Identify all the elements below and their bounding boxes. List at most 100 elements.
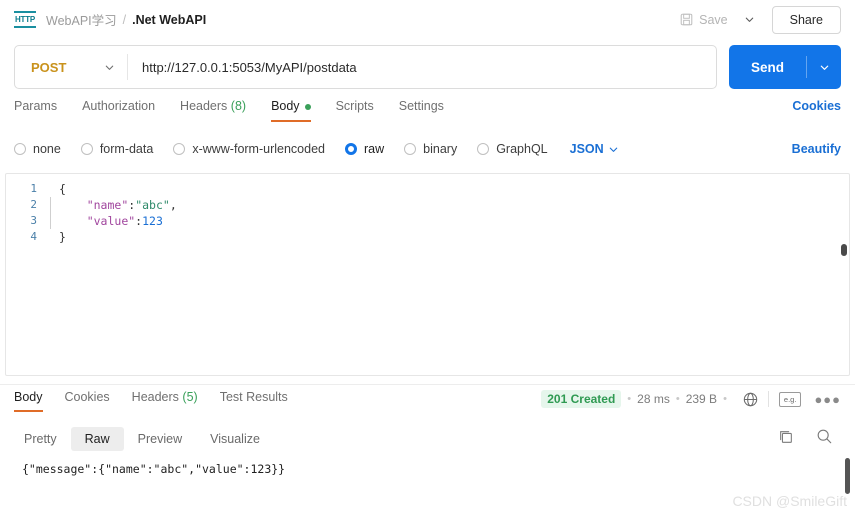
save-button[interactable]: Save — [671, 8, 737, 32]
breadcrumb-current[interactable]: .Net WebAPI — [132, 13, 206, 27]
radio-icon — [173, 143, 185, 155]
format-tab-preview[interactable]: Preview — [124, 427, 196, 451]
code-lines: 1 { 2 "name":"abc", 3 "value":123 4 } — [6, 181, 849, 375]
response-size: 239 B — [686, 392, 717, 406]
search-icon[interactable] — [816, 428, 833, 450]
send-group: Send — [729, 45, 841, 89]
share-button[interactable]: Share — [772, 6, 841, 34]
format-tab-pretty[interactable]: Pretty — [10, 427, 71, 451]
format-tab-raw[interactable]: Raw — [71, 427, 124, 451]
floppy-disk-icon — [680, 13, 693, 26]
breadcrumb-folder[interactable]: WebAPI学习 — [46, 10, 117, 29]
tab-body[interactable]: Body — [271, 99, 311, 122]
format-tab-visualize[interactable]: Visualize — [196, 427, 274, 451]
postman-window: HTTP WebAPI学习 / .Net WebAPI Save Share — [0, 0, 855, 517]
line-number: 2 — [6, 197, 50, 213]
meta-separator: • — [627, 393, 631, 405]
tab-authorization[interactable]: Authorization — [82, 99, 155, 122]
tab-params[interactable]: Params — [14, 99, 57, 122]
tab-settings[interactable]: Settings — [399, 99, 444, 122]
tab-count: (8) — [231, 99, 246, 113]
response-scrollbar-thumb[interactable] — [845, 458, 850, 494]
url-input[interactable] — [128, 46, 716, 88]
top-bar: HTTP WebAPI学习 / .Net WebAPI Save Share — [0, 0, 855, 39]
response-format-row: Pretty Raw Preview Visualize — [0, 424, 855, 454]
send-button[interactable]: Send — [729, 45, 806, 89]
beautify-link[interactable]: Beautify — [792, 142, 841, 156]
tab-count: (5) — [182, 390, 197, 404]
meta-separator: • — [723, 393, 727, 405]
line-number: 1 — [6, 181, 50, 197]
request-body-editor[interactable]: 1 { 2 "name":"abc", 3 "value":123 4 } — [5, 173, 850, 376]
http-icon: HTTP — [14, 11, 36, 28]
method-caret — [104, 62, 115, 73]
method-selector[interactable]: POST — [15, 60, 127, 75]
send-dropdown-button[interactable] — [807, 45, 841, 89]
save-label: Save — [699, 13, 728, 27]
radio-label: none — [33, 142, 61, 156]
code-line: 4 } — [6, 229, 849, 245]
line-number: 4 — [6, 229, 50, 245]
tab-label: Settings — [399, 99, 444, 113]
tab-label: Cookies — [65, 390, 110, 404]
response-time: 28 ms — [637, 392, 670, 406]
radio-icon — [14, 143, 26, 155]
url-row: POST Send — [14, 45, 841, 89]
tab-label: Headers — [180, 99, 227, 113]
tab-label: Authorization — [82, 99, 155, 113]
editor-scrollbar-thumb[interactable] — [841, 244, 847, 256]
radio-label: raw — [364, 142, 384, 156]
radio-label: x-www-form-urlencoded — [192, 142, 325, 156]
body-type-none[interactable]: none — [14, 142, 61, 156]
radio-label: GraphQL — [496, 142, 547, 156]
body-type-urlencoded[interactable]: x-www-form-urlencoded — [173, 142, 325, 156]
body-type-form-data[interactable]: form-data — [81, 142, 154, 156]
chevron-down-icon — [744, 14, 755, 25]
tab-scripts[interactable]: Scripts — [336, 99, 374, 122]
method-label: POST — [31, 60, 66, 75]
watermark: CSDN @SmileGift — [732, 493, 847, 509]
radio-icon — [404, 143, 416, 155]
response-actions — [778, 428, 845, 450]
cookies-link[interactable]: Cookies — [792, 99, 841, 113]
chevron-down-icon — [819, 62, 830, 73]
code-text: "name":"abc", — [51, 197, 177, 213]
radio-label: binary — [423, 142, 457, 156]
response-tab-test-results[interactable]: Test Results — [220, 385, 288, 412]
radio-icon — [477, 143, 489, 155]
copy-icon[interactable] — [778, 429, 794, 450]
response-tab-headers[interactable]: Headers (5) — [132, 385, 198, 412]
body-type-graphql[interactable]: GraphQL — [477, 142, 547, 156]
tab-label: Params — [14, 99, 57, 113]
radio-label: form-data — [100, 142, 154, 156]
meta-separator: • — [676, 393, 680, 405]
tab-label: Body — [14, 390, 43, 404]
code-line: 3 "value":123 — [6, 213, 849, 229]
body-type-binary[interactable]: binary — [404, 142, 457, 156]
request-tabs: Params Authorization Headers (8) Body Sc… — [14, 99, 841, 128]
save-dropdown-button[interactable] — [737, 7, 763, 33]
response-meta: 201 Created • 28 ms • 239 B • e.g. ●●● — [541, 385, 841, 408]
body-type-raw[interactable]: raw — [345, 142, 384, 156]
raw-format-label: JSON — [570, 142, 604, 156]
chevron-down-icon — [104, 62, 115, 73]
status-badge: 201 Created — [541, 390, 621, 408]
raw-format-selector[interactable]: JSON — [570, 142, 619, 156]
response-body-text[interactable]: {"message":{"name":"abc","value":123}} — [0, 456, 855, 496]
code-text: } — [51, 229, 66, 245]
code-text: { — [51, 181, 66, 197]
radio-icon — [81, 143, 93, 155]
tab-label: Body — [271, 99, 300, 113]
body-type-row: none form-data x-www-form-urlencoded raw… — [14, 136, 841, 162]
text-wrap-icon[interactable]: e.g. — [779, 392, 802, 407]
breadcrumb-separator: / — [123, 13, 126, 27]
response-tab-cookies[interactable]: Cookies — [65, 385, 110, 412]
radio-selected-icon — [345, 143, 357, 155]
globe-icon[interactable] — [743, 392, 758, 407]
ellipsis-icon[interactable]: ●●● — [814, 392, 841, 407]
response-tab-body[interactable]: Body — [14, 385, 43, 412]
top-bar-actions: Save Share — [671, 6, 841, 34]
tab-headers[interactable]: Headers (8) — [180, 99, 246, 122]
modified-dot-icon — [305, 104, 311, 110]
tab-label: Scripts — [336, 99, 374, 113]
